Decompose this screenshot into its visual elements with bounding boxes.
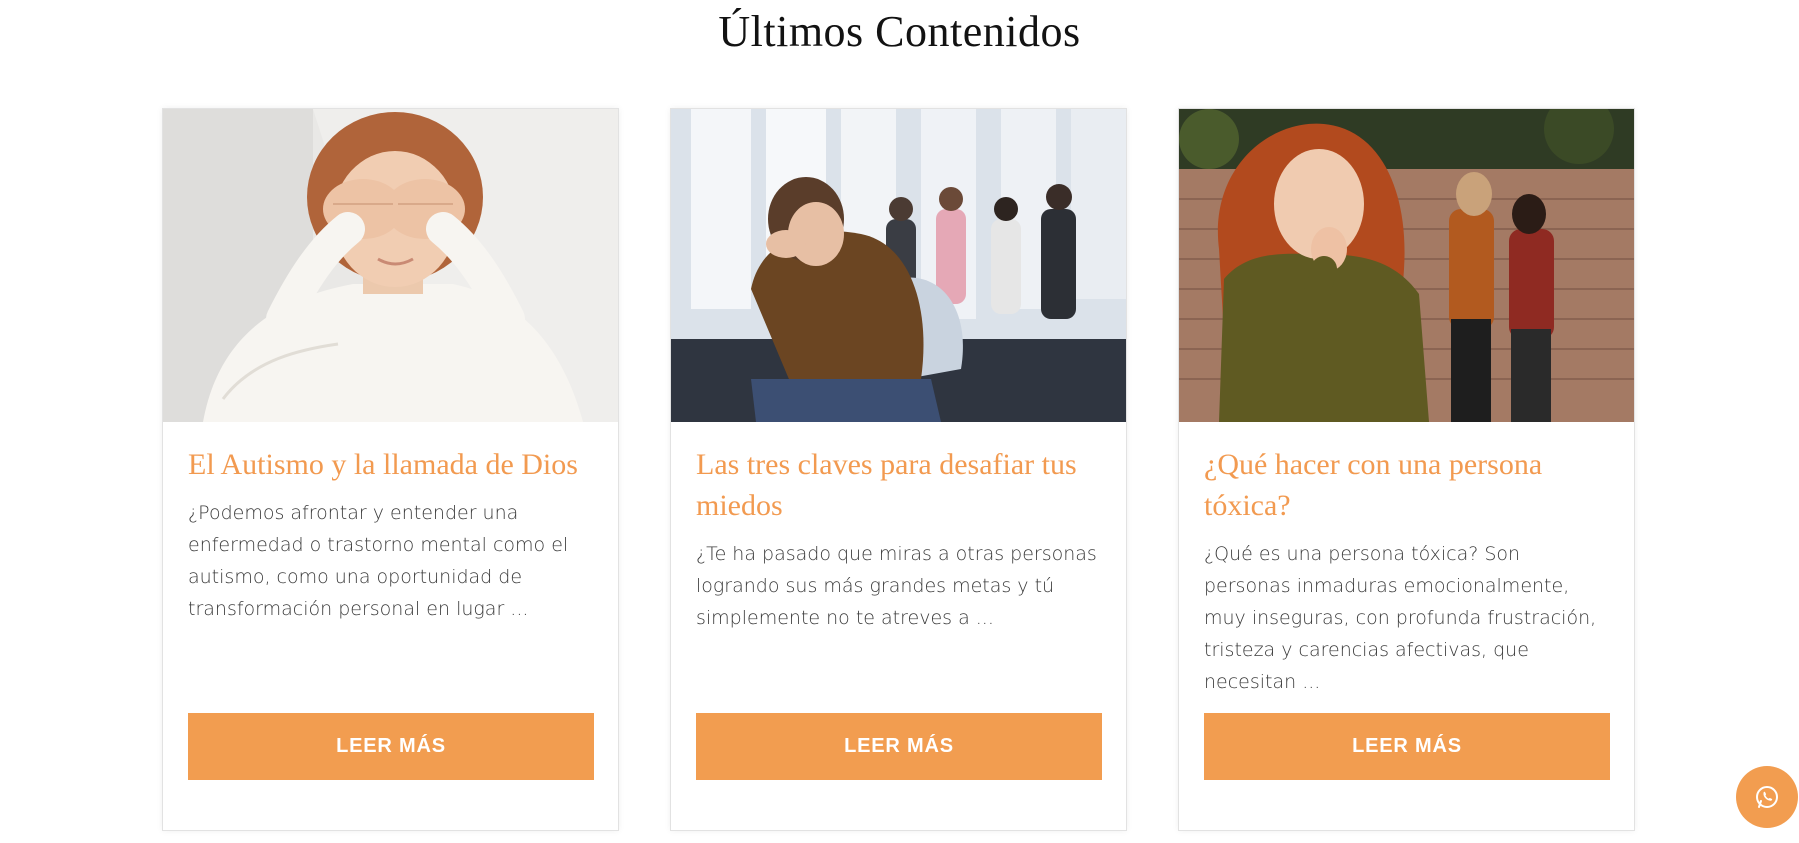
post-card-body: Las tres claves para desafiar tus miedos… (696, 444, 1102, 634)
post-excerpt: ¿Qué es una persona tóxica? Son personas… (1204, 543, 1597, 693)
post-image-woman-in-therapy-group[interactable] (671, 109, 1126, 422)
post-image-child-covering-eyes[interactable] (163, 109, 618, 422)
post-card: ¿Qué hacer con una persona tóxica? ¿Qué … (1178, 108, 1635, 831)
read-more-button[interactable]: LEER MÁS (1204, 713, 1610, 780)
post-excerpt: ¿Podemos afrontar y entender una enferme… (188, 502, 569, 620)
post-title[interactable]: ¿Qué hacer con una persona tóxica? (1204, 444, 1610, 526)
whatsapp-chat-button[interactable] (1736, 766, 1798, 828)
post-card-body: ¿Qué hacer con una persona tóxica? ¿Qué … (1204, 444, 1610, 698)
post-card: Las tres claves para desafiar tus miedos… (670, 108, 1127, 831)
read-more-button[interactable]: LEER MÁS (188, 713, 594, 780)
read-more-button[interactable]: LEER MÁS (696, 713, 1102, 780)
post-card: El Autismo y la llamada de Dios ¿Podemos… (162, 108, 619, 831)
section-title: Últimos Contenidos (718, 7, 1081, 56)
content-cards: El Autismo y la llamada de Dios ¿Podemos… (162, 108, 1637, 831)
post-excerpt: ¿Te ha pasado que miras a otras personas… (696, 543, 1097, 629)
post-title[interactable]: Las tres claves para desafiar tus miedos (696, 444, 1102, 526)
whatsapp-icon (1756, 786, 1778, 808)
post-card-body: El Autismo y la llamada de Dios ¿Podemos… (188, 444, 594, 625)
post-title[interactable]: El Autismo y la llamada de Dios (188, 444, 594, 485)
post-image-sad-girl-brick-wall[interactable] (1179, 109, 1634, 422)
